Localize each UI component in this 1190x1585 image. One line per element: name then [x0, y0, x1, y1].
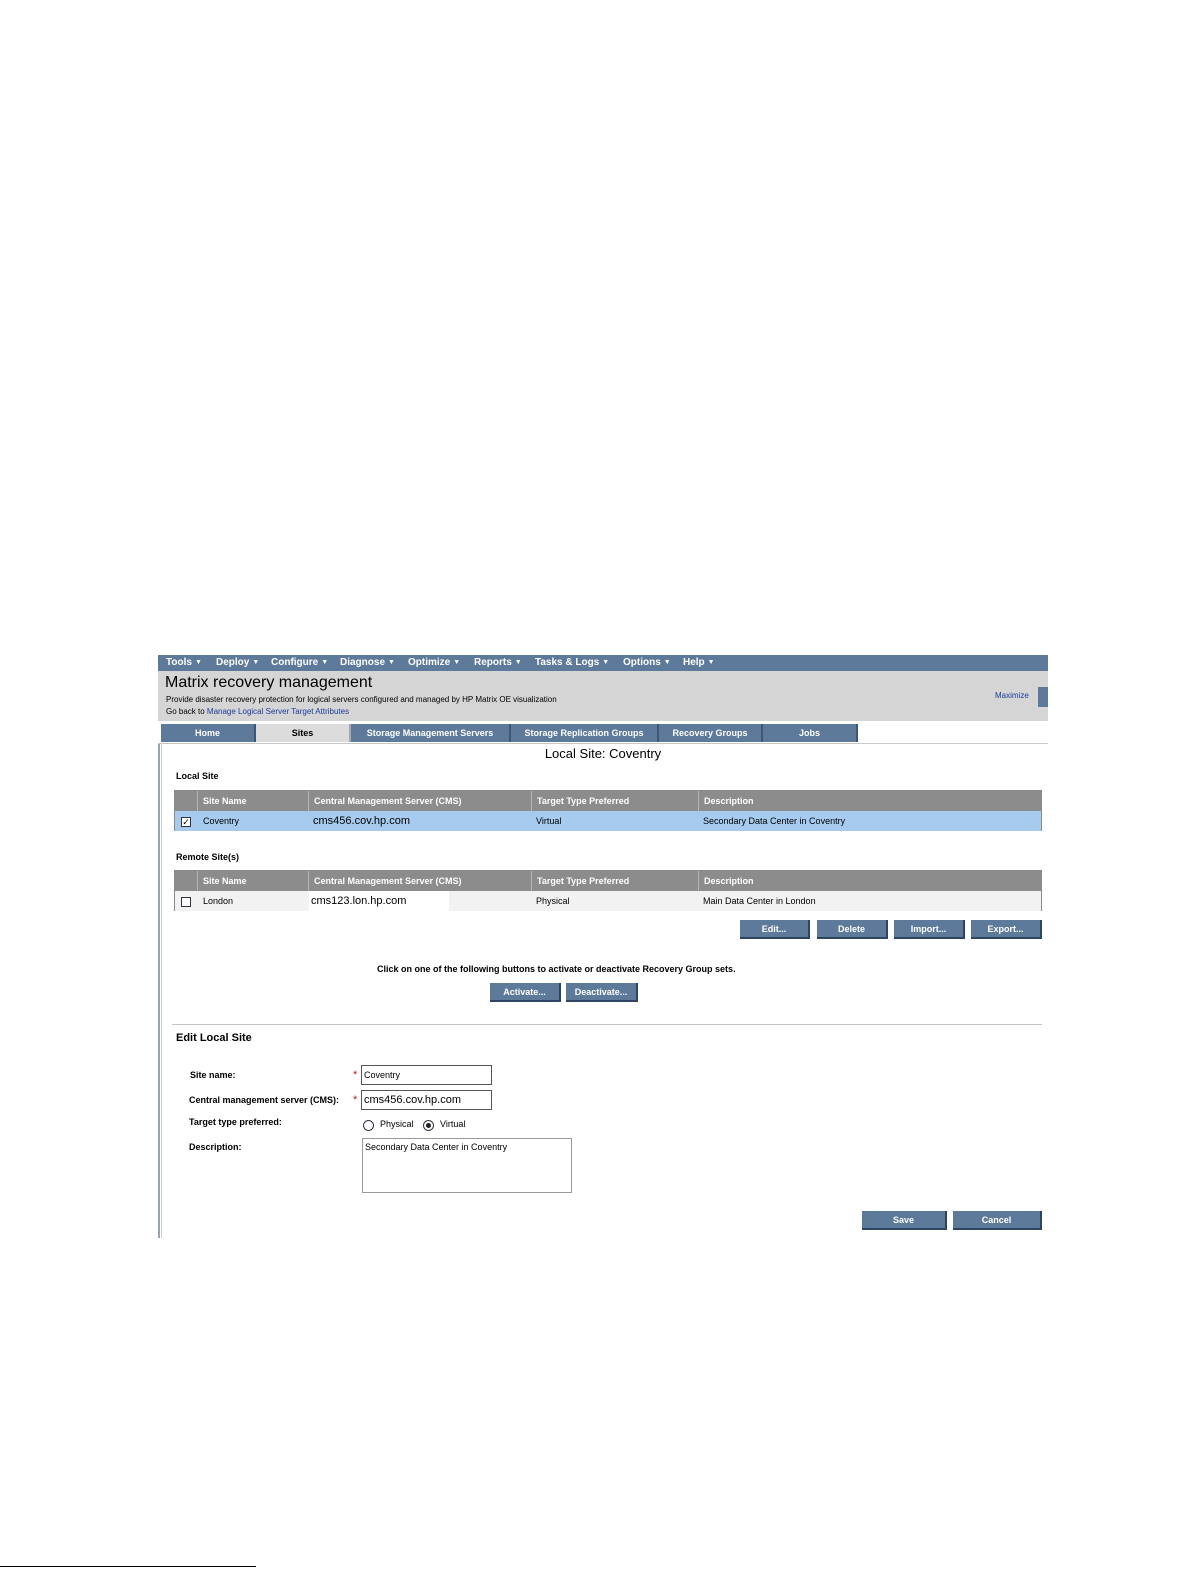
section-heading: Local Site: Coventry — [544, 746, 662, 761]
required-asterisk: * — [353, 1069, 358, 1081]
col-cms: Central Management Server (CMS) — [308, 871, 531, 891]
page-title: Matrix recovery management — [165, 674, 373, 691]
radio-selected-dot — [426, 1123, 431, 1128]
row-checkbox[interactable]: ✓ — [181, 817, 191, 827]
description-label: Description: — [189, 1142, 242, 1152]
tab-sites[interactable]: Sites — [256, 724, 351, 742]
cell-target-type: Virtual — [536, 816, 562, 826]
delete-button[interactable]: Delete — [817, 920, 888, 939]
cancel-button[interactable]: Cancel — [953, 1211, 1042, 1230]
activate-button[interactable]: Activate... — [490, 983, 561, 1002]
menu-optimize[interactable]: Optimize ▼ — [408, 655, 460, 671]
cell-description: Main Data Center in London — [703, 896, 816, 906]
menu-reports[interactable]: Reports ▼ — [474, 655, 522, 671]
row-checkbox[interactable] — [181, 897, 191, 907]
remote-sites-table: Site Name Central Management Server (CMS… — [174, 870, 1042, 911]
manage-logical-server-link[interactable]: Manage Logical Server Target Attributes — [207, 707, 349, 716]
remote-sites-label: Remote Site(s) — [176, 852, 240, 862]
col-description: Description — [698, 791, 1043, 811]
left-border — [158, 743, 160, 1238]
col-description: Description — [698, 871, 1043, 891]
activation-instruction: Click on one of the following buttons to… — [377, 964, 736, 974]
chevron-down-icon: ▼ — [707, 659, 715, 666]
col-target-type: Target Type Preferred — [531, 791, 699, 811]
menu-options[interactable]: Options ▼ — [623, 655, 671, 671]
deactivate-button[interactable]: Deactivate... — [566, 983, 638, 1002]
cell-site-name: London — [203, 896, 234, 906]
export-button[interactable]: Export... — [971, 920, 1042, 939]
save-button[interactable]: Save — [862, 1211, 947, 1230]
maximize-icon[interactable] — [1038, 687, 1048, 707]
site-name-input[interactable]: Coventry — [361, 1065, 492, 1085]
chevron-down-icon: ▼ — [453, 659, 461, 666]
cell-description: Secondary Data Center in Coventry — [703, 816, 846, 826]
chevron-down-icon: ▼ — [388, 659, 395, 666]
chevron-down-icon: ▼ — [194, 659, 202, 666]
footnote-rule — [0, 1566, 256, 1567]
radio-virtual[interactable] — [423, 1120, 434, 1131]
cell-cms: cms456.cov.hp.com — [313, 815, 411, 827]
col-site-name: Site Name — [197, 871, 309, 891]
description-textarea[interactable]: Secondary Data Center in Coventry — [362, 1138, 572, 1193]
cell-site-name: Coventry — [203, 816, 240, 826]
tab-storage-management-servers[interactable]: Storage Management Servers — [351, 724, 511, 742]
chevron-down-icon: ▼ — [514, 659, 522, 666]
tab-recovery-groups[interactable]: Recovery Groups — [659, 724, 763, 742]
radio-virtual-label: Virtual — [440, 1119, 466, 1129]
go-back-line: Go back to Manage Logical Server Target … — [166, 707, 349, 716]
chevron-down-icon: ▼ — [602, 659, 610, 666]
cell-cms: cms123.lon.hp.com — [309, 891, 449, 911]
tab-bar: Home Sites Storage Management Servers St… — [158, 721, 1048, 744]
menu-deploy[interactable]: Deploy ▼ — [216, 655, 259, 671]
import-button[interactable]: Import... — [894, 920, 965, 939]
menu-help[interactable]: Help ▼ — [683, 655, 715, 671]
col-site-name: Site Name — [197, 791, 309, 811]
menu-tasks-logs[interactable]: Tasks & Logs ▼ — [535, 655, 609, 671]
app-window: Tools ▼ Deploy ▼ Configure ▼ Diagnose ▼ Opti… — [158, 655, 1048, 1238]
table-header: Site Name Central Management Server (CMS… — [175, 871, 1041, 891]
maximize-link[interactable]: Maximize — [995, 691, 1029, 700]
col-cms: Central Management Server (CMS) — [308, 791, 531, 811]
chevron-down-icon: ▼ — [252, 659, 260, 666]
divider — [172, 1024, 1042, 1025]
radio-physical-label: Physical — [380, 1119, 414, 1129]
edit-local-site-heading: Edit Local Site — [176, 1032, 252, 1044]
local-site-label: Local Site — [176, 771, 219, 781]
tab-storage-replication-groups[interactable]: Storage Replication Groups — [511, 724, 659, 742]
radio-physical[interactable] — [363, 1120, 374, 1131]
target-type-label: Target type preferred: — [189, 1117, 282, 1127]
menu-bar: Tools ▼ Deploy ▼ Configure ▼ Diagnose ▼ Opti… — [158, 655, 1048, 671]
col-target-type: Target Type Preferred — [531, 871, 699, 891]
chevron-down-icon: ▼ — [321, 659, 329, 666]
left-border-inner — [161, 743, 162, 1238]
chevron-down-icon: ▼ — [663, 659, 671, 666]
site-name-label: Site name: — [190, 1070, 236, 1080]
table-row[interactable]: ✓ Coventry cms456.cov.hp.com Virtual Sec… — [175, 811, 1041, 831]
table-header: Site Name Central Management Server (CMS… — [175, 791, 1041, 811]
cell-target-type: Physical — [536, 896, 570, 906]
menu-tools[interactable]: Tools ▼ — [166, 655, 202, 671]
tab-home[interactable]: Home — [161, 724, 256, 742]
cms-input[interactable]: cms456.cov.hp.com — [361, 1090, 492, 1110]
menu-diagnose[interactable]: Diagnose ▼ — [340, 655, 395, 671]
table-row[interactable]: London cms123.lon.hp.com Physical Main D… — [175, 891, 1041, 911]
cms-label: Central management server (CMS): — [189, 1095, 340, 1105]
go-back-prefix: Go back to — [166, 707, 205, 716]
page-subtitle: Provide disaster recovery protection for… — [166, 695, 557, 704]
tab-jobs[interactable]: Jobs — [763, 724, 858, 742]
required-asterisk: * — [353, 1094, 358, 1106]
edit-button[interactable]: Edit... — [740, 920, 810, 939]
page-header: Matrix recovery management Provide disas… — [158, 671, 1048, 721]
menu-configure[interactable]: Configure ▼ — [271, 655, 328, 671]
local-site-table: Site Name Central Management Server (CMS… — [174, 790, 1042, 831]
